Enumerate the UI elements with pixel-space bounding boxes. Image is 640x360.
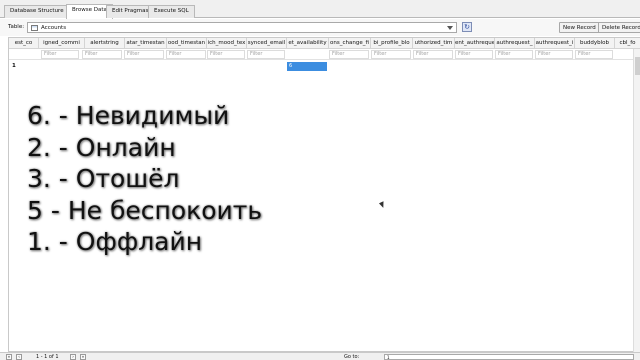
record-count: 1 - 1 of 1	[36, 354, 59, 360]
legend-line: 2. - Онлайн	[27, 132, 176, 162]
legend-line: 6. - Невидимый	[27, 101, 230, 130]
selected-cell[interactable]: 6	[287, 62, 327, 71]
filter-input[interactable]: Filter	[455, 50, 493, 59]
column-header[interactable]: est_co	[9, 38, 39, 49]
filter-input[interactable]: Filter	[166, 50, 206, 59]
column-header[interactable]: atar_timestan	[125, 38, 167, 49]
column-header[interactable]: authrequest_i	[535, 38, 575, 49]
table-select-value: Accounts	[41, 25, 67, 31]
column-header[interactable]: ood_timestan	[167, 38, 207, 49]
column-header[interactable]: ent_authreque	[455, 38, 495, 49]
column-header[interactable]: alertstring	[85, 38, 125, 49]
status-bar: « ‹ 1 - 1 of 1 › » Go to: 1	[0, 352, 640, 360]
goto-label: Go to:	[344, 354, 360, 360]
table-icon	[31, 25, 38, 31]
column-header[interactable]: ich_mood_tex	[207, 38, 247, 49]
previous-page-icon[interactable]: ‹	[16, 354, 22, 360]
filter-input[interactable]: Filter	[535, 50, 573, 59]
filter-input[interactable]: Filter	[413, 50, 453, 59]
filter-input[interactable]: Filter	[207, 50, 245, 59]
filter-input[interactable]: Filter	[495, 50, 533, 59]
scrollbar-thumb[interactable]	[635, 57, 640, 75]
next-page-icon[interactable]: ›	[70, 354, 76, 360]
column-header[interactable]: et_availability	[287, 38, 329, 49]
status-legend-overlay: 6. - Невидимый 2. - Онлайн 3. - Отошёл 5…	[27, 100, 357, 258]
tab-bar: Database Structure Browse Data Edit Prag…	[0, 0, 640, 19]
column-header[interactable]: uthorized_tim	[413, 38, 455, 49]
refresh-icon[interactable]: ↻	[462, 22, 472, 32]
filter-input[interactable]: Filter	[41, 50, 79, 59]
tab-execute-sql[interactable]: Execute SQL	[148, 5, 195, 18]
legend-line: 3. - Отошёл	[27, 164, 180, 193]
table-label: Table:	[8, 24, 25, 30]
table-select[interactable]: Accounts	[27, 22, 457, 33]
filter-input[interactable]: Filter	[371, 50, 411, 59]
filter-input[interactable]: Filter	[82, 50, 122, 59]
chevron-down-icon	[447, 26, 453, 30]
grid-header: est_co igned_commi alertstring atar_time…	[9, 38, 640, 49]
filter-input[interactable]: Filter	[124, 50, 164, 59]
column-header[interactable]: authrequest_	[495, 38, 535, 49]
legend-line: 1. - Оффлайн	[27, 227, 203, 256]
last-page-icon[interactable]: »	[80, 354, 86, 360]
delete-record-button[interactable]: Delete Record	[598, 22, 640, 33]
filter-input[interactable]: Filter	[575, 50, 613, 59]
column-header[interactable]: synced_email	[247, 38, 287, 49]
goto-input[interactable]: 1	[384, 354, 634, 360]
row-number: 1	[12, 63, 16, 69]
filter-input[interactable]: Filter	[247, 50, 285, 59]
column-header[interactable]: bi_profile_blo	[371, 38, 413, 49]
column-header[interactable]: igned_commi	[39, 38, 85, 49]
column-header[interactable]: buddyblob	[575, 38, 615, 49]
new-record-button[interactable]: New Record	[559, 22, 600, 33]
column-header[interactable]: ons_change_fi	[329, 38, 371, 49]
first-page-icon[interactable]: «	[6, 354, 12, 360]
filter-input[interactable]: Filter	[329, 50, 369, 59]
table-row: 1 6	[9, 61, 640, 71]
tab-database-structure[interactable]: Database Structure	[4, 5, 70, 18]
column-header[interactable]: cbl_fo	[615, 38, 640, 49]
legend-line: 5 - Не беспокоить	[27, 195, 263, 225]
browse-toolbar: Table: Accounts ↻ New Record Delete Reco…	[0, 19, 640, 36]
vertical-scrollbar[interactable]	[633, 49, 640, 352]
filter-row: Filter Filter Filter Filter Filter Filte…	[9, 49, 640, 60]
